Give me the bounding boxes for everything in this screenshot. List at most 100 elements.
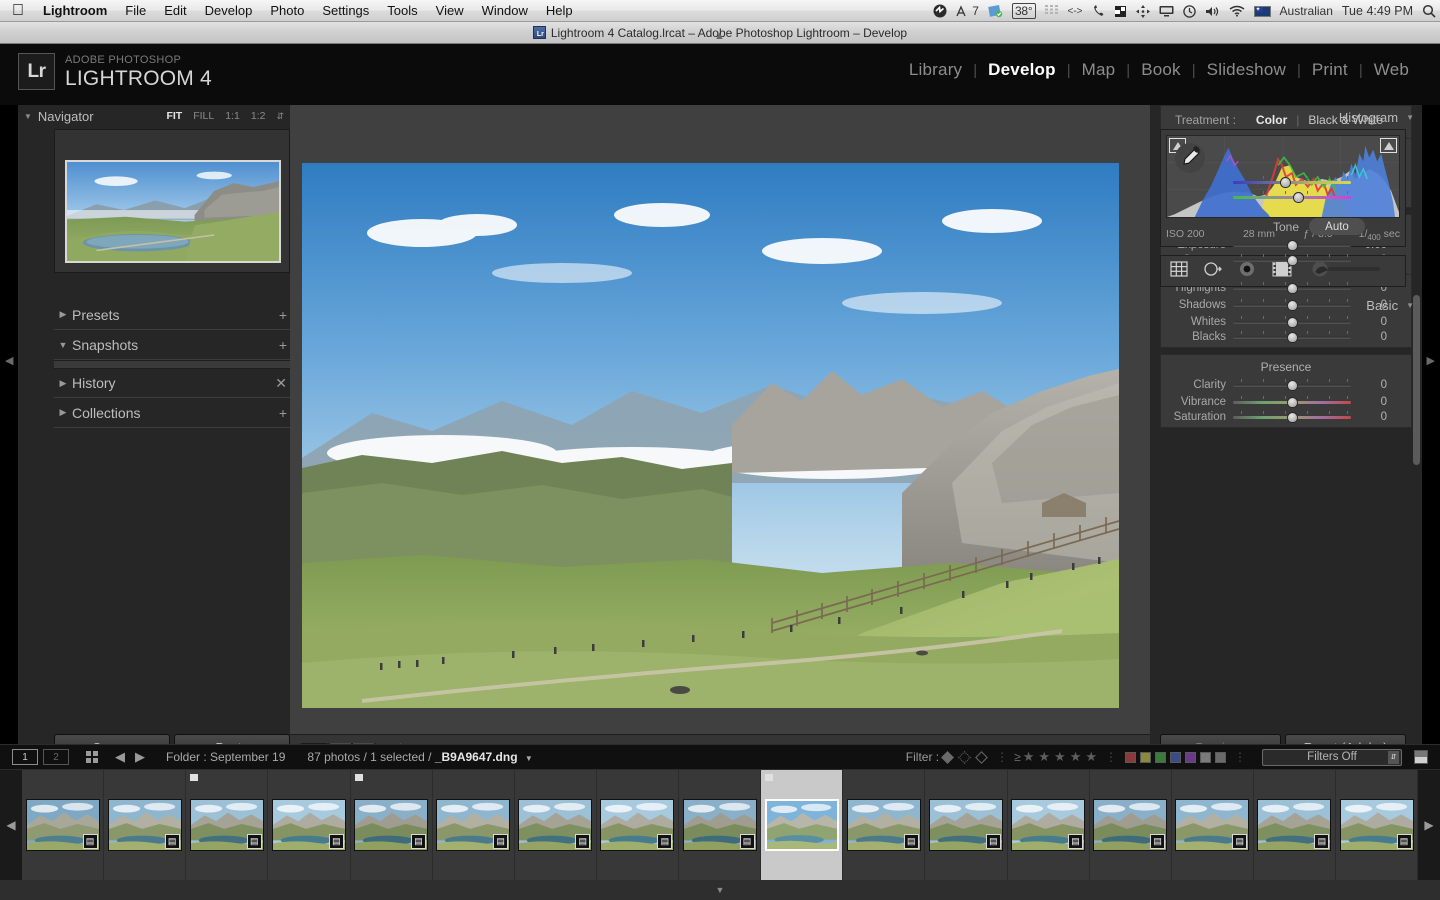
istat-menus-icon[interactable]: 7 — [956, 4, 979, 18]
filmstrip-thumbnail[interactable]: ▤ — [186, 770, 268, 880]
slider-value[interactable]: 0 — [1351, 379, 1397, 391]
slider-track[interactable] — [1233, 281, 1351, 295]
slider-track[interactable] — [1233, 175, 1351, 189]
filmstrip-thumbnail[interactable]: ▤ — [433, 770, 515, 880]
sync-icon[interactable] — [988, 4, 1003, 18]
australian-flag-icon[interactable] — [1254, 6, 1271, 17]
plus-dropdown-icon[interactable]: + — [279, 405, 290, 421]
menu-lightroom[interactable]: Lightroom — [34, 0, 116, 21]
flag-pick-filter-icon[interactable] — [941, 751, 954, 764]
slider-knob[interactable] — [1287, 240, 1298, 251]
module-map[interactable]: Map — [1071, 60, 1127, 80]
menu-view[interactable]: View — [427, 0, 473, 21]
filmstrip-thumbnail[interactable]: ▤ — [104, 770, 186, 880]
thumbnail-image[interactable]: ▤ — [600, 799, 674, 851]
menu-develop[interactable]: Develop — [196, 0, 262, 21]
color-label-purple[interactable] — [1185, 752, 1196, 763]
slider-track[interactable] — [1233, 238, 1351, 252]
chevron-right-icon[interactable]: ▶ — [54, 407, 72, 418]
slider-track[interactable] — [1233, 395, 1351, 409]
filmstrip-thumbnail[interactable]: ▤ — [925, 770, 1007, 880]
thumbnail-image[interactable]: ▤ — [518, 799, 592, 851]
star-rating-2[interactable]: ★ — [1036, 749, 1052, 765]
bottom-collapse-icon[interactable]: ▼ — [716, 885, 725, 895]
slider-knob[interactable] — [1287, 283, 1298, 294]
star-rating-4[interactable]: ★ — [1068, 749, 1084, 765]
thumbnail-image[interactable]: ▤ — [1340, 799, 1414, 851]
code-icon[interactable]: <-> — [1068, 6, 1083, 17]
filmstrip-toggle-icon[interactable] — [1414, 750, 1428, 764]
thumbnail-image[interactable]: ▤ — [26, 799, 100, 851]
menu-window[interactable]: Window — [473, 0, 537, 21]
module-print[interactable]: Print — [1301, 60, 1359, 80]
zoom-fill[interactable]: FILL — [193, 110, 214, 122]
slider-track[interactable] — [1233, 330, 1351, 344]
slider-blacks[interactable]: Blacks 0 — [1161, 330, 1411, 347]
rating-operator[interactable]: ≥ — [1014, 750, 1021, 764]
slider-knob[interactable] — [1287, 412, 1298, 423]
slider-knob[interactable] — [1287, 380, 1298, 391]
slider-knob[interactable] — [1287, 397, 1298, 408]
thumbnail-image[interactable]: ▤ — [190, 799, 264, 851]
filter-preset-dropdown[interactable]: Filters Off ⇵ — [1262, 749, 1402, 766]
spot-removal-icon[interactable] — [1203, 260, 1223, 283]
menu-file[interactable]: File — [116, 0, 155, 21]
sidebar-item-history[interactable]: ▶ History ✕ — [54, 368, 290, 398]
crop-overlay-icon[interactable] — [1169, 260, 1189, 283]
selected-filename[interactable]: _B9A9647.dng — [435, 750, 518, 764]
slider-knob[interactable] — [1280, 177, 1291, 188]
star-rating-3[interactable]: ★ — [1052, 749, 1068, 765]
filmstrip-prev-arrow[interactable]: ◀ — [0, 770, 22, 880]
filmstrip-thumbnail[interactable]: ▤ — [515, 770, 597, 880]
volume-icon[interactable] — [1205, 5, 1220, 18]
white-balance-eyedropper-icon[interactable] — [1175, 143, 1205, 173]
slider-knob[interactable] — [1293, 192, 1304, 203]
right-panel-collapse-icon[interactable]: ▶ — [1427, 354, 1435, 367]
chevron-down-icon[interactable]: ▼ — [24, 112, 32, 121]
zoom-1-2[interactable]: 1:2 — [251, 110, 266, 122]
filmstrip-thumbnail[interactable] — [761, 770, 843, 880]
menu-settings[interactable]: Settings — [313, 0, 378, 21]
flag-rejected-filter-icon[interactable] — [975, 751, 988, 764]
slider-knob[interactable] — [1287, 317, 1298, 328]
module-library[interactable]: Library — [898, 60, 973, 80]
arrow-right-icon[interactable]: ▶ — [130, 749, 150, 765]
chevron-down-icon[interactable]: ▼ — [54, 340, 72, 350]
chevron-down-icon[interactable]: ▼ — [525, 754, 533, 763]
color-label-red[interactable] — [1125, 752, 1136, 763]
slider-value[interactable]: 0 — [1351, 316, 1397, 328]
slider-track[interactable] — [1233, 378, 1351, 392]
thumbnail-image[interactable]: ▤ — [1175, 799, 1249, 851]
stepper-icon[interactable]: ⇵ — [1388, 751, 1399, 764]
temperature-icon[interactable]: 38° — [1012, 3, 1036, 19]
color-label-green[interactable] — [1155, 752, 1166, 763]
slider-knob[interactable] — [1287, 255, 1298, 266]
auto-tone-button[interactable]: Auto — [1309, 218, 1365, 235]
timemachine-icon[interactable] — [1183, 5, 1196, 18]
keyboard-language-label[interactable]: Australian — [1280, 4, 1333, 18]
flag-unflagged-filter-icon[interactable] — [958, 751, 971, 764]
filmstrip-thumbnail[interactable]: ▤ — [1336, 770, 1418, 880]
stepper-icon[interactable]: ⇵ — [276, 111, 284, 122]
slider-value[interactable]: 0 — [1351, 411, 1397, 423]
filmstrip-thumbnail[interactable]: ▤ — [679, 770, 761, 880]
menu-help[interactable]: Help — [537, 0, 582, 21]
dropbox-icon[interactable] — [933, 4, 947, 18]
sidebar-item-snapshots[interactable]: ▼ Snapshots + — [54, 330, 290, 360]
color-label-none[interactable] — [1200, 752, 1211, 763]
module-develop[interactable]: Develop — [977, 60, 1067, 80]
grid-view-icon[interactable] — [86, 751, 98, 763]
thumbnail-image[interactable]: ▤ — [272, 799, 346, 851]
module-web[interactable]: Web — [1363, 60, 1420, 80]
highlight-clipping-icon[interactable] — [1380, 138, 1397, 153]
filmstrip-thumbnail[interactable]: ▤ — [1172, 770, 1254, 880]
sidebar-item-collections[interactable]: ▶ Collections + — [54, 398, 290, 428]
slider-vibrance[interactable]: Vibrance 0 — [1161, 393, 1411, 410]
thumbnail-image[interactable] — [765, 799, 839, 851]
slider-track[interactable] — [1233, 190, 1351, 204]
filmstrip-thumbnail[interactable]: ▤ — [268, 770, 350, 880]
module-book[interactable]: Book — [1130, 60, 1192, 80]
apple-icon[interactable]:  — [6, 1, 34, 21]
network-icon[interactable] — [1136, 5, 1150, 18]
thumbnail-image[interactable]: ▤ — [354, 799, 428, 851]
